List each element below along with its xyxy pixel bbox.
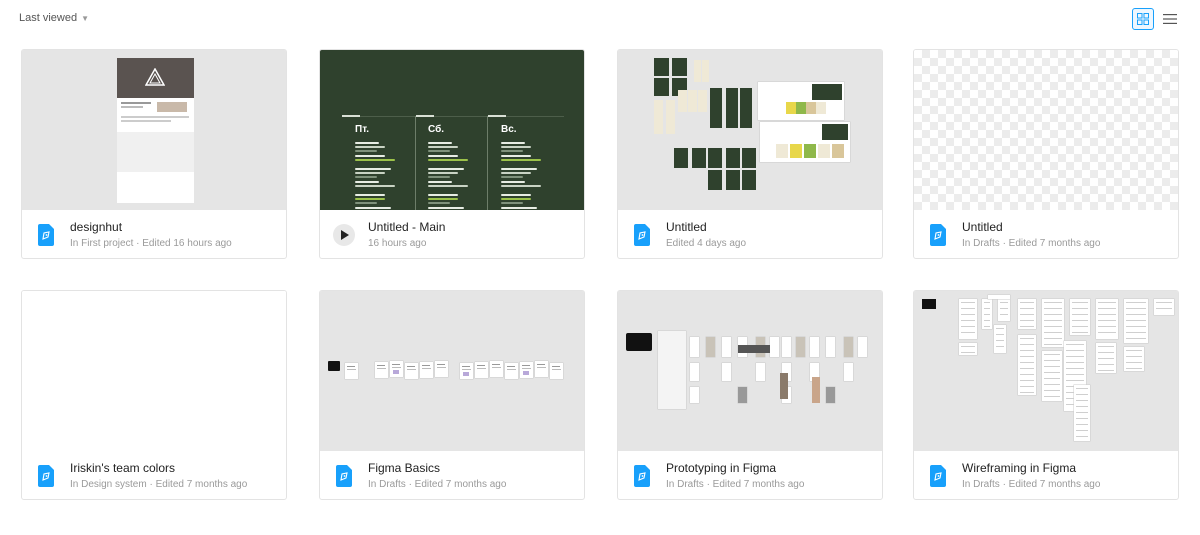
- file-thumbnail: [22, 291, 286, 451]
- file-meta: designhut In First project · Edited 16 h…: [22, 210, 286, 258]
- schedule-day-label: Пт.: [355, 124, 369, 135]
- file-title: Untitled - Main: [368, 220, 446, 234]
- page-preview: [117, 58, 194, 203]
- file-meta: Wireframing in Figma In Drafts · Edited …: [914, 451, 1178, 499]
- toolbar: Last viewed ▼: [0, 0, 1200, 38]
- file-title: Untitled: [962, 220, 1003, 234]
- file-meta: Untitled - Main 16 hours ago: [320, 210, 584, 258]
- file-card[interactable]: Prototyping in Figma In Drafts · Edited …: [617, 290, 883, 500]
- file-title: Wireframing in Figma: [962, 461, 1077, 475]
- file-title: Untitled: [666, 220, 707, 234]
- figma-file-icon: [930, 465, 946, 487]
- figma-file-icon: [634, 465, 650, 487]
- file-subtitle: In Drafts · Edited 7 months ago: [962, 479, 1101, 490]
- figma-file-icon: [336, 465, 352, 487]
- file-subtitle: In Drafts · Edited 7 months ago: [666, 479, 805, 490]
- file-thumbnail: [618, 50, 882, 210]
- sort-label: Last viewed: [19, 12, 78, 24]
- chevron-down-icon: ▼: [81, 14, 90, 23]
- file-meta: Untitled Edited 4 days ago: [618, 210, 882, 258]
- file-card[interactable]: Пт. Сб. Вс. Untitled - Main 16 hours ago: [319, 49, 585, 259]
- file-card[interactable]: Untitled Edited 4 days ago: [617, 49, 883, 259]
- file-card[interactable]: Figma Basics In Drafts · Edited 7 months…: [319, 290, 585, 500]
- file-title: Figma Basics: [368, 461, 441, 475]
- file-thumbnail: [618, 291, 882, 451]
- sort-dropdown[interactable]: Last viewed ▼: [19, 12, 89, 24]
- schedule-day-label: Вс.: [501, 124, 517, 135]
- file-title: designhut: [70, 220, 123, 234]
- figma-file-icon: [38, 465, 54, 487]
- file-subtitle: 16 hours ago: [368, 238, 427, 249]
- file-thumbnail: [914, 291, 1178, 451]
- file-subtitle: Edited 4 days ago: [666, 238, 747, 249]
- figma-file-icon: [38, 224, 54, 246]
- file-meta: Prototyping in Figma In Drafts · Edited …: [618, 451, 882, 499]
- file-subtitle: In Drafts · Edited 7 months ago: [962, 238, 1101, 249]
- schedule-day-label: Сб.: [428, 124, 445, 135]
- file-subtitle: In First project · Edited 16 hours ago: [70, 238, 232, 249]
- file-meta: Untitled In Drafts · Edited 7 months ago: [914, 210, 1178, 258]
- list-view-icon: [1163, 14, 1177, 24]
- figma-file-icon: [930, 224, 946, 246]
- file-title: Iriskin's team colors: [70, 461, 175, 475]
- file-meta: Iriskin's team colors In Design system ·…: [22, 451, 286, 499]
- file-subtitle: In Drafts · Edited 7 months ago: [368, 479, 507, 490]
- grid-view-button[interactable]: [1132, 8, 1154, 30]
- list-view-button[interactable]: [1159, 8, 1181, 30]
- file-card[interactable]: Iriskin's team colors In Design system ·…: [21, 290, 287, 500]
- figma-file-icon: [634, 224, 650, 246]
- play-icon[interactable]: [333, 224, 355, 246]
- file-thumbnail: Пт. Сб. Вс.: [320, 50, 584, 210]
- file-thumbnail: [320, 291, 584, 451]
- file-title: Prototyping in Figma: [666, 461, 777, 475]
- file-subtitle: In Design system · Edited 7 months ago: [70, 479, 248, 490]
- file-card[interactable]: Wireframing in Figma In Drafts · Edited …: [913, 290, 1179, 500]
- file-meta: Figma Basics In Drafts · Edited 7 months…: [320, 451, 584, 499]
- file-card[interactable]: designhut In First project · Edited 16 h…: [21, 49, 287, 259]
- grid-view-icon: [1137, 13, 1149, 25]
- file-thumbnail: [22, 50, 286, 210]
- file-thumbnail: [914, 50, 1178, 210]
- file-card[interactable]: Untitled In Drafts · Edited 7 months ago: [913, 49, 1179, 259]
